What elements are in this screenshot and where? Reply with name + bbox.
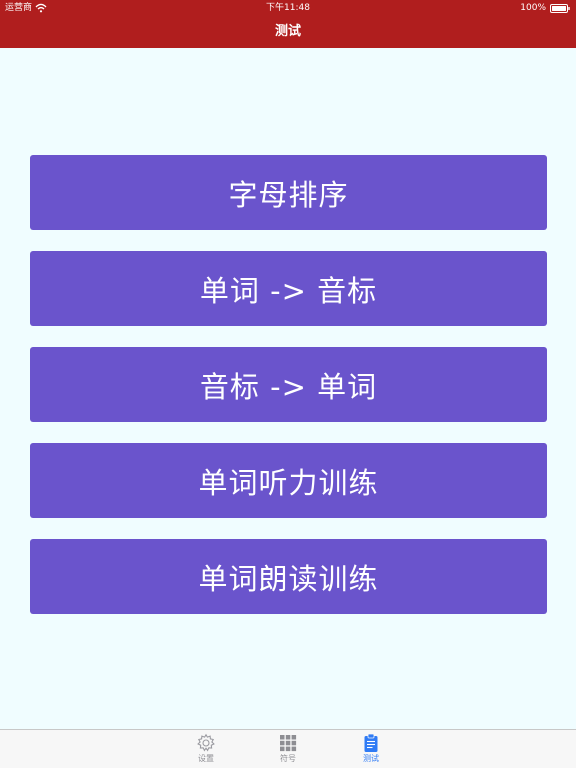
tab-settings[interactable]: 设置	[181, 733, 231, 765]
tab-settings-label: 设置	[198, 754, 214, 763]
clipboard-icon	[364, 733, 378, 752]
tab-test[interactable]: 测试	[346, 733, 396, 765]
word-listening-button[interactable]: 单词听力训练	[30, 443, 547, 518]
word-to-phonetic-button[interactable]: 单词 -> 音标	[30, 251, 547, 326]
tab-test-label: 测试	[363, 754, 379, 763]
grid-icon	[280, 735, 297, 752]
tab-symbols[interactable]: 符号	[263, 733, 313, 765]
tab-bar: 设置 符号 测试	[0, 729, 576, 768]
gear-icon	[197, 733, 215, 752]
status-right: 100%	[520, 0, 570, 16]
test-menu: 字母排序 单词 -> 音标 音标 -> 单词 单词听力训练 单词朗读训练	[30, 155, 547, 635]
word-reading-button[interactable]: 单词朗读训练	[30, 539, 547, 614]
tab-symbols-label: 符号	[280, 754, 296, 763]
battery-icon	[550, 3, 570, 13]
page-title: 测试	[274, 24, 301, 39]
navigation-bar: 运营商 下午11:48 100% 测试	[0, 0, 576, 48]
alphabet-order-button[interactable]: 字母排序	[30, 155, 547, 230]
phonetic-to-word-button[interactable]: 音标 -> 单词	[30, 347, 547, 422]
battery-percent: 100%	[520, 3, 546, 13]
status-bar: 运营商 下午11:48 100%	[0, 0, 576, 16]
status-time: 下午11:48	[266, 3, 310, 13]
